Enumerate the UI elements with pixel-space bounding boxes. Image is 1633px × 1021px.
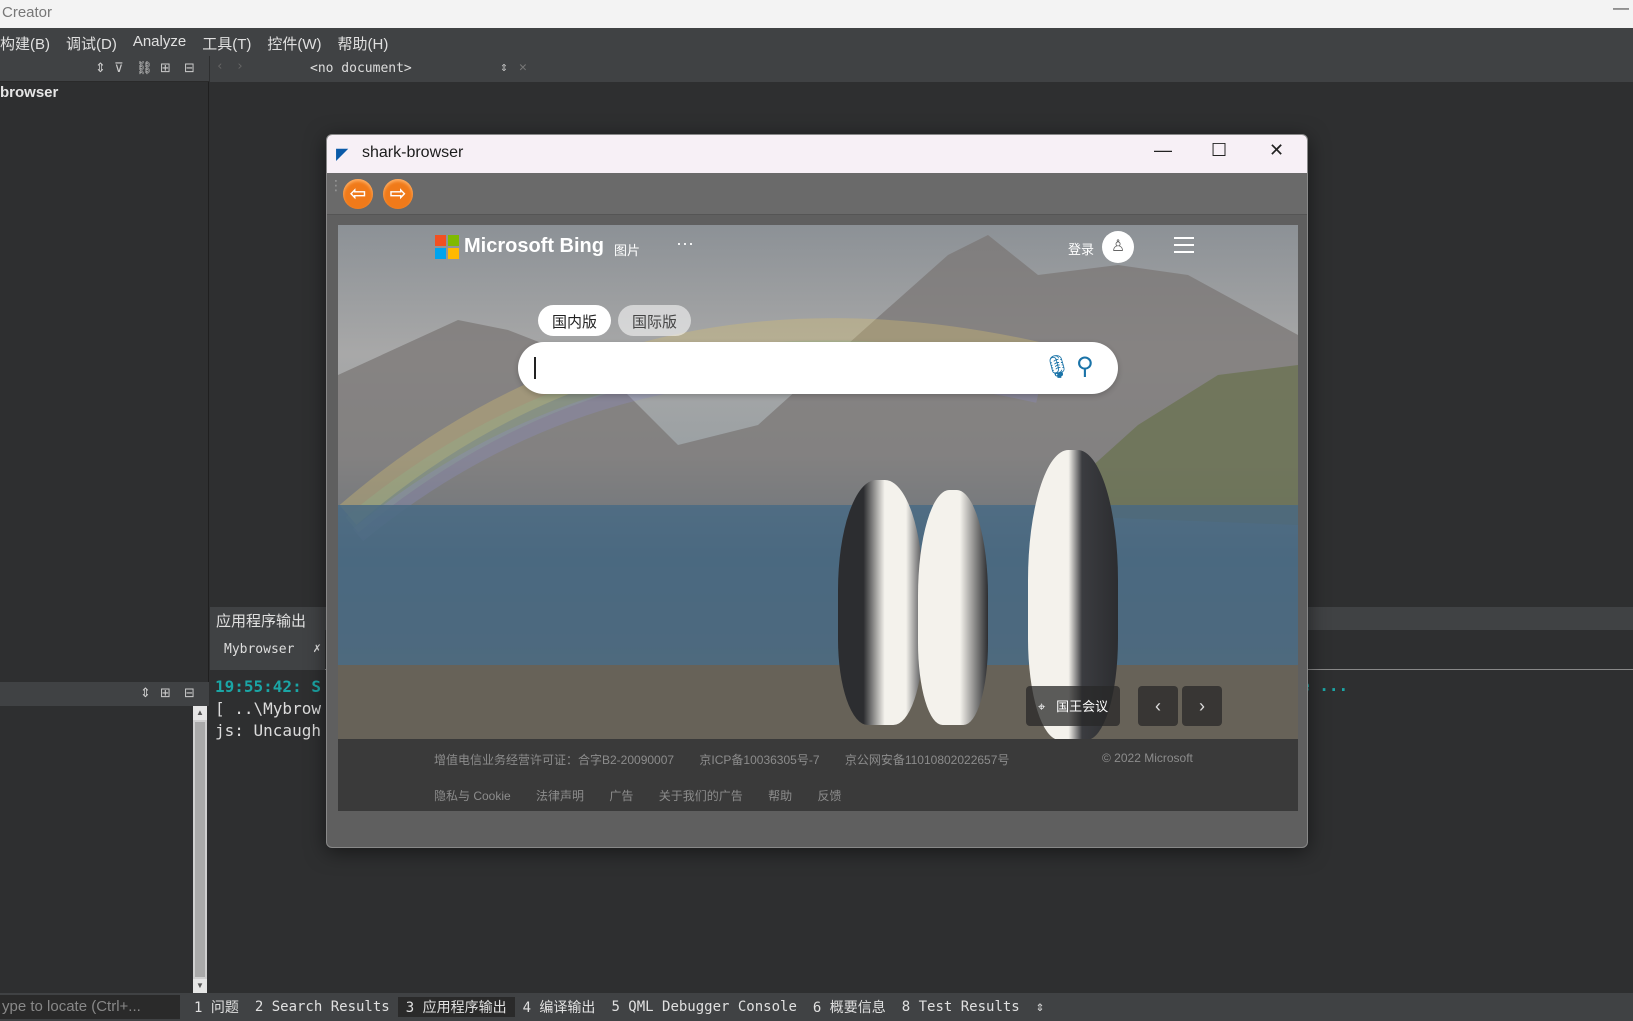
- shark-icon: ◤: [336, 146, 349, 163]
- window-minimize-icon[interactable]: —: [1154, 140, 1172, 161]
- sort-arrows-icon[interactable]: ⇕: [95, 60, 106, 76]
- police-text[interactable]: 京公网安备11010802022657号: [845, 753, 1010, 767]
- status-bar: ype to locate (Ctrl+... 1 问题 2 Search Re…: [0, 993, 1633, 1021]
- license-text: 增值电信业务经营许可证：合字B2-20090007: [434, 753, 675, 767]
- hamburger-menu-icon[interactable]: [1174, 237, 1194, 253]
- footer-link-ads[interactable]: 广告: [609, 789, 633, 803]
- tab-search-results[interactable]: 2 Search Results: [247, 999, 398, 1015]
- tab-qml-debugger[interactable]: 5 QML Debugger Console: [603, 999, 804, 1015]
- footer-link-privacy[interactable]: 隐私与 Cookie: [434, 789, 511, 803]
- microphone-icon[interactable]: 🎙: [1043, 354, 1071, 380]
- location-pin-icon: ⌖: [1038, 699, 1053, 714]
- forward-arrow-icon[interactable]: ⇨: [383, 179, 413, 209]
- menu-debug[interactable]: 调试(D): [66, 33, 117, 56]
- split-icon[interactable]: ⊞: [160, 685, 171, 701]
- sort-arrows-icon[interactable]: ⇕: [140, 685, 151, 701]
- login-link[interactable]: 登录: [1068, 239, 1094, 258]
- scroll-down-icon[interactable]: ▼: [193, 979, 207, 993]
- output-tab-mybrowser[interactable]: Mybrowser ✗: [210, 630, 325, 670]
- document-selector[interactable]: <no document>: [310, 61, 412, 76]
- landscape-art: [338, 235, 1298, 739]
- filter-icon[interactable]: ⊽: [114, 60, 124, 76]
- project-root[interactable]: browser: [0, 84, 58, 101]
- license-line: 增值电信业务经营许可证：合字B2-20090007 京ICP备10036305号…: [434, 751, 1031, 768]
- split-icon[interactable]: ⊞: [160, 60, 171, 76]
- browser-toolbar: ⋮ ⇦ ⇨: [327, 173, 1307, 215]
- icp-text[interactable]: 京ICP备10036305号-7: [699, 753, 819, 767]
- tab-test-results[interactable]: 8 Test Results: [894, 999, 1028, 1015]
- ide-menu-bar: 构建(B) 调试(D) Analyze 工具(T) 控件(W) 帮助(H): [0, 28, 1633, 56]
- next-image-icon[interactable]: ›: [1182, 686, 1222, 726]
- footer-link-help[interactable]: 帮助: [768, 789, 792, 803]
- project-tree: browser: [0, 82, 209, 682]
- vertical-scrollbar[interactable]: ▲ ▼: [193, 706, 207, 993]
- toggle-international[interactable]: 国际版: [618, 305, 692, 336]
- footer-links: 隐私与 Cookie 法律声明 广告 关于我们的广告 帮助 反馈: [434, 787, 864, 804]
- nav-images-link[interactable]: 图片: [614, 240, 640, 259]
- back-arrow-icon[interactable]: ⇦: [343, 179, 373, 209]
- output-line-1: 19:55:42: S: [215, 677, 321, 696]
- search-box[interactable]: 🎙 ⚲: [518, 342, 1118, 394]
- text-caret: [534, 357, 536, 379]
- toolbar-grip-icon: ⋮: [329, 177, 343, 193]
- menu-tools[interactable]: 工具(T): [202, 33, 251, 56]
- open-docs-toolbar: ⇕ ⊞ ⊟: [0, 682, 209, 706]
- tab-app-output[interactable]: 3 应用程序输出: [397, 997, 515, 1017]
- output-tab-label: Mybrowser: [224, 642, 295, 657]
- more-tabs-icon[interactable]: ⇕: [1028, 999, 1052, 1015]
- link-icon[interactable]: ⛓: [136, 60, 153, 76]
- image-location-button[interactable]: ⌖ 国王会议: [1026, 686, 1121, 726]
- nav-more-icon[interactable]: ···: [676, 233, 694, 254]
- footer-link-legal[interactable]: 法律声明: [536, 789, 584, 803]
- ide-title-bar: Creator —: [0, 0, 1633, 28]
- tab-issues[interactable]: 1 问题: [186, 997, 247, 1017]
- nav-back-icon[interactable]: ‹: [216, 59, 224, 74]
- tab-general-messages[interactable]: 6 概要信息: [805, 997, 894, 1017]
- image-location-label: 国王会议: [1056, 699, 1109, 714]
- ide-title: Creator: [2, 4, 53, 21]
- window-close-icon[interactable]: ✕: [1269, 140, 1284, 161]
- menu-build[interactable]: 构建(B): [0, 33, 50, 56]
- tab-compile-output[interactable]: 4 编译输出: [515, 997, 604, 1017]
- scroll-up-icon[interactable]: ▲: [193, 706, 207, 720]
- editor-toolbar: ‹ › <no document> ⇕ ✕: [210, 56, 1633, 82]
- close-tab-icon[interactable]: ✗: [313, 641, 321, 656]
- bing-brand[interactable]: Microsoft Bing: [464, 235, 604, 258]
- scroll-thumb[interactable]: [195, 722, 205, 977]
- bing-header: Microsoft Bing 图片 ··· 登录 ♙: [338, 225, 1298, 275]
- close-pane-icon[interactable]: ⊟: [184, 685, 195, 701]
- menu-help[interactable]: 帮助(H): [338, 33, 389, 56]
- browser-title-bar: ◤ shark-browser — ☐ ✕: [327, 135, 1307, 173]
- selector-arrows-icon[interactable]: ⇕: [500, 60, 508, 75]
- footer-link-about-ads[interactable]: 关于我们的广告: [659, 789, 743, 803]
- menu-widgets[interactable]: 控件(W): [267, 33, 321, 56]
- close-pane-icon[interactable]: ⊟: [184, 60, 195, 76]
- nav-forward-icon[interactable]: ›: [236, 59, 244, 74]
- toggle-domestic[interactable]: 国内版: [538, 305, 612, 336]
- search-icon[interactable]: ⚲: [1076, 352, 1094, 381]
- avatar-icon[interactable]: ♙: [1102, 231, 1134, 263]
- minimize-button[interactable]: —: [1613, 0, 1629, 18]
- locate-input[interactable]: ype to locate (Ctrl+...: [0, 995, 180, 1019]
- output-line-3: js: Uncaugh: [215, 721, 321, 740]
- background-photo: [338, 225, 1298, 740]
- open-documents-pane: [0, 706, 209, 993]
- menu-analyze[interactable]: Analyze: [133, 33, 186, 56]
- copyright: © 2022 Microsoft: [1102, 751, 1193, 765]
- browser-window: ◤ shark-browser — ☐ ✕ ⋮ ⇦ ⇨ Microsoft Bi…: [326, 134, 1308, 848]
- output-line-2: [ ..\Mybrow: [215, 699, 321, 718]
- project-toolbar: ⇕ ⊽ ⛓ ⊞ ⊟: [0, 56, 209, 82]
- window-maximize-icon[interactable]: ☐: [1211, 140, 1227, 161]
- prev-image-icon[interactable]: ‹: [1138, 686, 1178, 726]
- penguin-figure: [838, 480, 923, 725]
- close-document-icon[interactable]: ✕: [519, 60, 527, 75]
- microsoft-logo-icon: [435, 235, 459, 259]
- web-page: Microsoft Bing 图片 ··· 登录 ♙ 国内版 国际版 🎙 ⚲ ⌖…: [338, 225, 1298, 811]
- footer-link-feedback[interactable]: 反馈: [817, 789, 841, 803]
- output-text: 19:55:42: S [ ..\Mybrow js: Uncaugh: [215, 676, 321, 742]
- bing-footer: 增值电信业务经营许可证：合字B2-20090007 京ICP备10036305号…: [338, 739, 1298, 811]
- penguin-figure: [918, 490, 988, 725]
- browser-title: shark-browser: [362, 144, 464, 161]
